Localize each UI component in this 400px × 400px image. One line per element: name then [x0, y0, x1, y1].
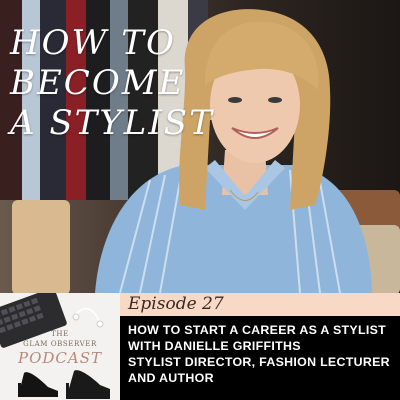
episode-label: Episode 27 — [128, 294, 224, 314]
description-line-3: STYLIST DIRECTOR, FASHION LECTURER — [128, 355, 390, 369]
guest-photo: HOW TO BECOME A STYLIST — [0, 0, 400, 293]
title-line-3: A STYLIST — [10, 103, 214, 143]
podcast-cover: HOW TO BECOME A STYLIST THE GLAM OBSERVE… — [0, 0, 400, 400]
high-heels-icon — [18, 370, 110, 399]
description-line-2: WITH DANIELLE GRIFFITHS — [128, 339, 301, 353]
logo-the: THE — [51, 330, 69, 338]
podcast-logo: THE GLAM OBSERVER PODCAST — [0, 293, 120, 400]
description-line-4: AND AUTHOR — [128, 371, 214, 385]
title-line-2: BECOME — [10, 63, 186, 103]
logo-brand: GLAM OBSERVER — [23, 340, 97, 348]
description-line-1: HOW TO START A CAREER AS A STYLIST — [128, 323, 387, 337]
title-line-1: HOW TO — [10, 23, 176, 63]
